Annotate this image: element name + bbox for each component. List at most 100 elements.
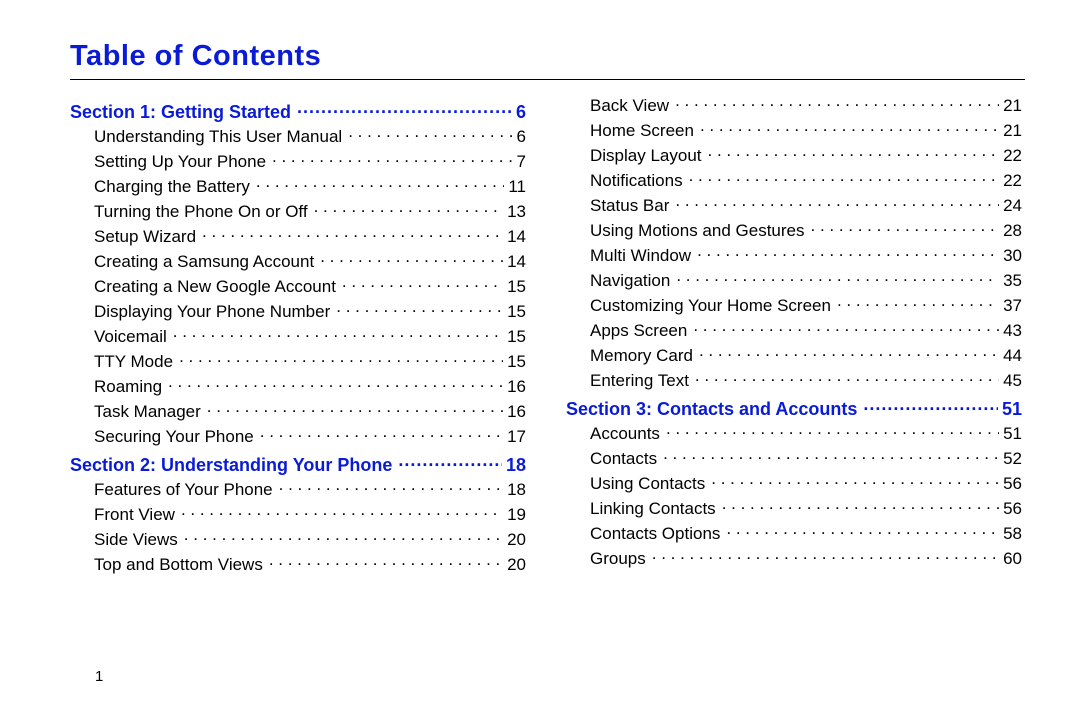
toc-page-number: 45 (1001, 371, 1022, 391)
toc-entry-row[interactable]: Features of Your Phone18 (94, 478, 526, 500)
toc-leaders (675, 94, 999, 111)
toc-page-number: 52 (1001, 449, 1022, 469)
toc-entry-label: Front View (94, 505, 179, 525)
toc-entry-row[interactable]: Customizing Your Home Screen37 (590, 294, 1022, 316)
toc-leaders (398, 453, 502, 471)
toc-entry-label: Contacts (590, 449, 661, 469)
toc-entry-row[interactable]: Roaming16 (94, 375, 526, 397)
toc-column-left: Section 1: Getting Started6Understanding… (70, 94, 526, 578)
toc-entry-row[interactable]: Task Manager 16 (94, 400, 526, 422)
toc-entry-row[interactable]: Understanding This User Manual6 (94, 125, 526, 147)
toc-leaders (695, 369, 999, 386)
toc-page-number: 15 (505, 327, 526, 347)
toc-page-number: 13 (505, 202, 526, 222)
toc-entry-row[interactable]: Display Layout22 (590, 144, 1022, 166)
toc-entry-row[interactable]: Multi Window30 (590, 244, 1022, 266)
toc-entry-row[interactable]: Creating a New Google Account15 (94, 275, 526, 297)
toc-leaders (837, 294, 999, 311)
toc-leaders (279, 478, 503, 495)
toc-page-number: 14 (505, 252, 526, 272)
toc-leaders (272, 150, 513, 167)
toc-page-number: 21 (1001, 121, 1022, 141)
toc-leaders (700, 119, 999, 136)
toc-page-number: 16 (505, 377, 526, 397)
toc-entry-row[interactable]: Contacts Options58 (590, 522, 1022, 544)
toc-entry-row[interactable]: Creating a Samsung Account14 (94, 250, 526, 272)
toc-entry-row[interactable]: Charging the Battery11 (94, 175, 526, 197)
toc-entry-label: Understanding This User Manual (94, 127, 346, 147)
toc-entry-label: Back View (590, 96, 673, 116)
toc-entry-row[interactable]: Setup Wizard14 (94, 225, 526, 247)
toc-entry-label: Using Motions and Gestures (590, 221, 809, 241)
toc-leaders (269, 553, 503, 570)
toc-leaders (314, 200, 504, 217)
toc-page-number: 28 (1001, 221, 1022, 241)
toc-entry-row[interactable]: Groups60 (590, 547, 1022, 569)
toc-leaders (693, 319, 999, 336)
toc-page-number: 44 (1001, 346, 1022, 366)
toc-page-number: 6 (514, 102, 526, 123)
toc-leaders (256, 175, 504, 192)
toc-leaders (202, 225, 503, 242)
toc-leaders (708, 144, 1000, 161)
toc-entry-row[interactable]: Notifications22 (590, 169, 1022, 191)
toc-leaders (689, 169, 999, 186)
toc-page-number: 20 (505, 530, 526, 550)
toc-entry-row[interactable]: Setting Up Your Phone7 (94, 150, 526, 172)
toc-entry-row[interactable]: Home Screen21 (590, 119, 1022, 141)
toc-section-label: Section 3: Contacts and Accounts (566, 399, 861, 420)
toc-entry-label: Charging the Battery (94, 177, 254, 197)
toc-entry-row[interactable]: Accounts51 (590, 422, 1022, 444)
toc-page: Table of Contents Section 1: Getting Sta… (0, 0, 1080, 720)
toc-leaders (676, 269, 999, 286)
toc-leaders (652, 547, 999, 564)
toc-entry-row[interactable]: Using Motions and Gestures 28 (590, 219, 1022, 241)
toc-page-number: 51 (1001, 424, 1022, 444)
toc-page-number: 16 (505, 402, 526, 422)
toc-entry-row[interactable]: Memory Card 44 (590, 344, 1022, 366)
toc-entry-row[interactable]: Front View19 (94, 503, 526, 525)
toc-entry-row[interactable]: Navigation35 (590, 269, 1022, 291)
toc-entry-label: Side Views (94, 530, 182, 550)
toc-leaders (260, 425, 503, 442)
toc-leaders (863, 397, 998, 415)
toc-entry-label: Entering Text (590, 371, 693, 391)
toc-page-number: 15 (505, 277, 526, 297)
toc-entry-label: Memory Card (590, 346, 697, 366)
toc-page-number: 51 (1000, 399, 1022, 420)
toc-entry-row[interactable]: Securing Your Phone17 (94, 425, 526, 447)
toc-page-number: 20 (505, 555, 526, 575)
toc-entry-row[interactable]: Side Views 20 (94, 528, 526, 550)
toc-entry-label: Features of Your Phone (94, 480, 277, 500)
toc-entry-row[interactable]: Entering Text 45 (590, 369, 1022, 391)
footer-page-number: 1 (95, 668, 103, 685)
toc-leaders (168, 375, 503, 392)
toc-entry-row[interactable]: TTY Mode15 (94, 350, 526, 372)
toc-entry-row[interactable]: Using Contacts56 (590, 472, 1022, 494)
toc-leaders (675, 194, 999, 211)
toc-leaders (699, 344, 999, 361)
toc-leaders (207, 400, 503, 417)
toc-leaders (342, 275, 503, 292)
toc-entry-row[interactable]: Back View21 (590, 94, 1022, 116)
toc-entry-row[interactable]: Contacts 52 (590, 447, 1022, 469)
toc-entry-row[interactable]: Displaying Your Phone Number15 (94, 300, 526, 322)
toc-entry-row[interactable]: Status Bar24 (590, 194, 1022, 216)
toc-entry-row[interactable]: Linking Contacts56 (590, 497, 1022, 519)
toc-page-number: 56 (1001, 499, 1022, 519)
toc-entry-label: Task Manager (94, 402, 205, 422)
toc-page-number: 24 (1001, 196, 1022, 216)
toc-entry-label: Setup Wizard (94, 227, 200, 247)
toc-entry-row[interactable]: Turning the Phone On or Off13 (94, 200, 526, 222)
toc-entry-label: Setting Up Your Phone (94, 152, 270, 172)
toc-page-number: 35 (1001, 271, 1022, 291)
toc-entry-row[interactable]: Top and Bottom Views20 (94, 553, 526, 575)
toc-section-row[interactable]: Section 1: Getting Started6 (70, 100, 526, 123)
toc-entry-label: Securing Your Phone (94, 427, 258, 447)
toc-section-row[interactable]: Section 2: Understanding Your Phone18 (70, 453, 526, 476)
toc-leaders (181, 503, 503, 520)
toc-entry-row[interactable]: Apps Screen43 (590, 319, 1022, 341)
toc-entry-row[interactable]: Voicemail15 (94, 325, 526, 347)
toc-section-row[interactable]: Section 3: Contacts and Accounts 51 (566, 397, 1022, 420)
toc-page-number: 15 (505, 302, 526, 322)
